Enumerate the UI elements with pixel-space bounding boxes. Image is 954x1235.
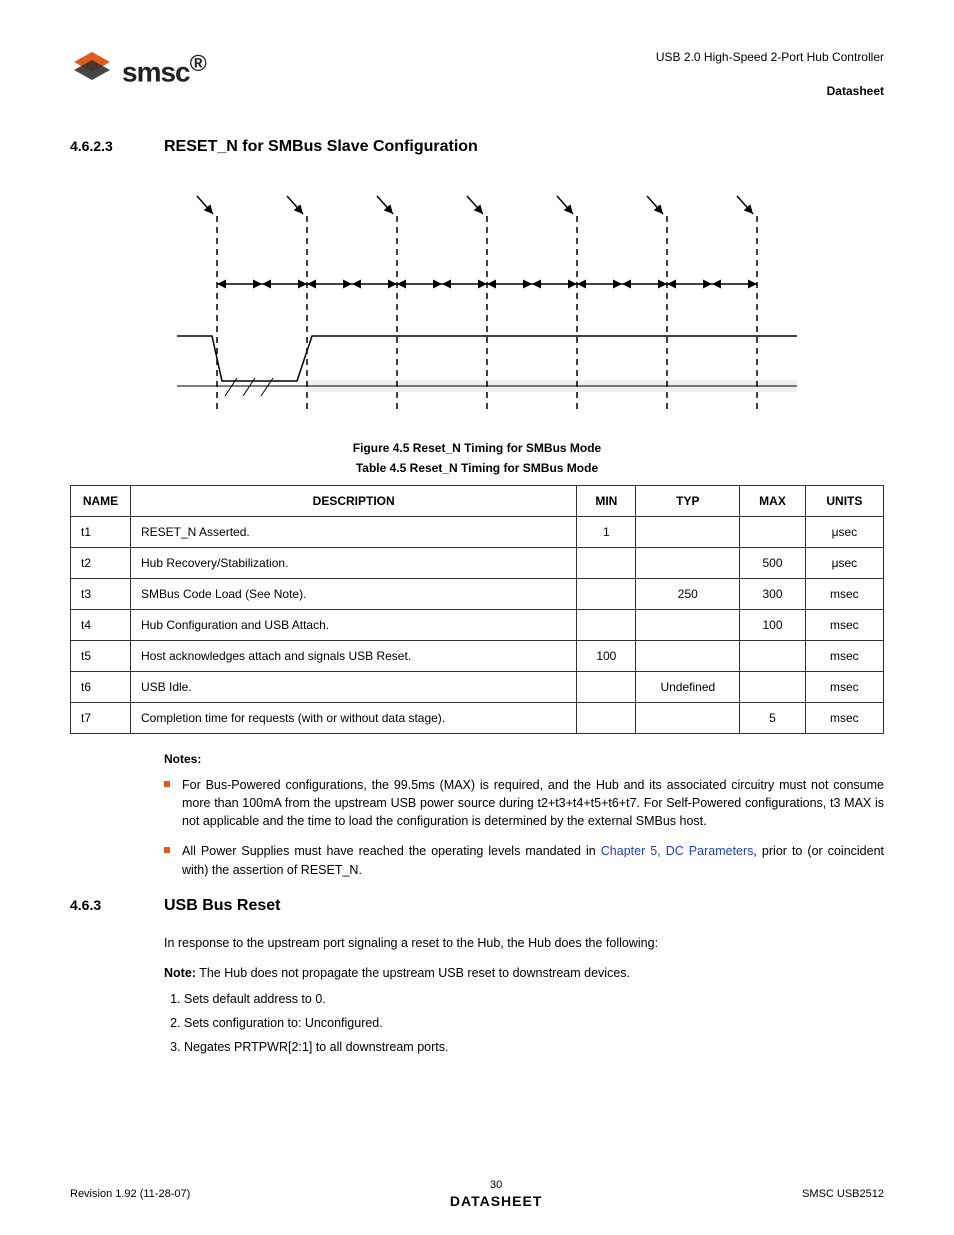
cell-units: μsec: [805, 517, 883, 548]
table-row: t3SMBus Code Load (See Note). 250300msec: [71, 579, 884, 610]
cell-typ: [636, 548, 740, 579]
table-head-row: NAME DESCRIPTION MIN TYP MAX UNITS: [71, 486, 884, 517]
cell-units: msec: [805, 672, 883, 703]
cell-desc: Hub Recovery/Stabilization.: [131, 548, 577, 579]
section-title: RESET_N for SMBus Slave Configuration: [164, 138, 478, 156]
cell-name: t3: [71, 579, 131, 610]
cell-min: 1: [577, 517, 636, 548]
cell-units: msec: [805, 610, 883, 641]
cell-max: [740, 641, 805, 672]
note-label: Note:: [164, 966, 196, 980]
cell-typ: Undefined: [636, 672, 740, 703]
cell-min: 100: [577, 641, 636, 672]
footer-left: Revision 1.92 (11-28-07): [70, 1188, 190, 1200]
cell-units: msec: [805, 579, 883, 610]
cell-typ: [636, 517, 740, 548]
table-row: t7Completion time for requests (with or …: [71, 703, 884, 734]
cell-units: μsec: [805, 548, 883, 579]
cell-max: 300: [740, 579, 805, 610]
cell-name: t4: [71, 610, 131, 641]
cell-desc: Completion time for requests (with or wi…: [131, 703, 577, 734]
note-item: All Power Supplies must have reached the…: [164, 842, 884, 878]
note-body: The Hub does not propagate the upstream …: [196, 966, 630, 980]
cell-desc: RESET_N Asserted.: [131, 517, 577, 548]
cell-name: t2: [71, 548, 131, 579]
cell-desc: Host acknowledges attach and signals USB…: [131, 641, 577, 672]
footer-datasheet: DATASHEET: [190, 1193, 802, 1209]
page-number: 30: [190, 1179, 802, 1191]
th-min: MIN: [577, 486, 636, 517]
notes-list: For Bus-Powered configurations, the 99.5…: [164, 776, 884, 879]
section-number: 4.6.2.3: [70, 138, 140, 156]
steps-list: Sets default address to 0. Sets configura…: [164, 992, 884, 1054]
cell-max: [740, 672, 805, 703]
cell-min: [577, 548, 636, 579]
logo: smsc®: [70, 50, 206, 88]
logo-text: smsc®: [122, 50, 206, 88]
cell-typ: [636, 703, 740, 734]
cell-desc: Hub Configuration and USB Attach.: [131, 610, 577, 641]
chapter-link[interactable]: Chapter 5, DC Parameters: [601, 844, 754, 858]
cell-min: [577, 579, 636, 610]
th-typ: TYP: [636, 486, 740, 517]
cell-name: t5: [71, 641, 131, 672]
note-item: For Bus-Powered configurations, the 99.5…: [164, 776, 884, 830]
table-row: t5Host acknowledges attach and signals U…: [71, 641, 884, 672]
step-item: Sets default address to 0.: [184, 992, 884, 1006]
section-heading-2: 4.6.3 USB Bus Reset: [70, 897, 884, 915]
cell-max: [740, 517, 805, 548]
cell-max: 5: [740, 703, 805, 734]
timing-diagram: [157, 186, 797, 421]
timing-table: NAME DESCRIPTION MIN TYP MAX UNITS t1RES…: [70, 485, 884, 734]
cell-typ: [636, 641, 740, 672]
header-right: USB 2.0 High-Speed 2-Port Hub Controller…: [656, 50, 884, 98]
page-header: smsc® USB 2.0 High-Speed 2-Port Hub Cont…: [70, 50, 884, 98]
section-heading-1: 4.6.2.3 RESET_N for SMBus Slave Configur…: [70, 138, 884, 156]
cell-desc: SMBus Code Load (See Note).: [131, 579, 577, 610]
table-row: t1RESET_N Asserted.1 μsec: [71, 517, 884, 548]
cell-desc: USB Idle.: [131, 672, 577, 703]
table-row: t2Hub Recovery/Stabilization. 500μsec: [71, 548, 884, 579]
figure-caption: Figure 4.5 Reset_N Timing for SMBus Mode: [70, 441, 884, 455]
inline-note: Note: The Hub does not propagate the ups…: [164, 966, 884, 980]
cell-max: 100: [740, 610, 805, 641]
cell-name: t7: [71, 703, 131, 734]
table-row: t4Hub Configuration and USB Attach. 100ms…: [71, 610, 884, 641]
logo-icon: [70, 50, 114, 88]
th-name: NAME: [71, 486, 131, 517]
product-name: USB 2.0 High-Speed 2-Port Hub Controller: [656, 50, 884, 64]
section-title: USB Bus Reset: [164, 897, 280, 915]
cell-typ: [636, 610, 740, 641]
cell-min: [577, 672, 636, 703]
table-row: t6USB Idle. Undefined msec: [71, 672, 884, 703]
step-item: Negates PRTPWR[2:1] to all downstream po…: [184, 1040, 884, 1054]
th-units: UNITS: [805, 486, 883, 517]
th-max: MAX: [740, 486, 805, 517]
notes-heading: Notes:: [164, 752, 884, 766]
doc-type: Datasheet: [656, 84, 884, 98]
cell-units: msec: [805, 641, 883, 672]
section-number: 4.6.3: [70, 897, 140, 915]
step-item: Sets configuration to: Unconfigured.: [184, 1016, 884, 1030]
cell-min: [577, 703, 636, 734]
table-caption: Table 4.5 Reset_N Timing for SMBus Mode: [70, 461, 884, 475]
note-text: All Power Supplies must have reached the…: [182, 844, 601, 858]
cell-min: [577, 610, 636, 641]
page-footer: Revision 1.92 (11-28-07) 30 DATASHEET SM…: [70, 1179, 884, 1209]
cell-max: 500: [740, 548, 805, 579]
cell-name: t6: [71, 672, 131, 703]
th-desc: DESCRIPTION: [131, 486, 577, 517]
cell-name: t1: [71, 517, 131, 548]
footer-right: SMSC USB2512: [802, 1188, 884, 1200]
section2-intro: In response to the upstream port signali…: [164, 935, 884, 953]
cell-typ: 250: [636, 579, 740, 610]
cell-units: msec: [805, 703, 883, 734]
